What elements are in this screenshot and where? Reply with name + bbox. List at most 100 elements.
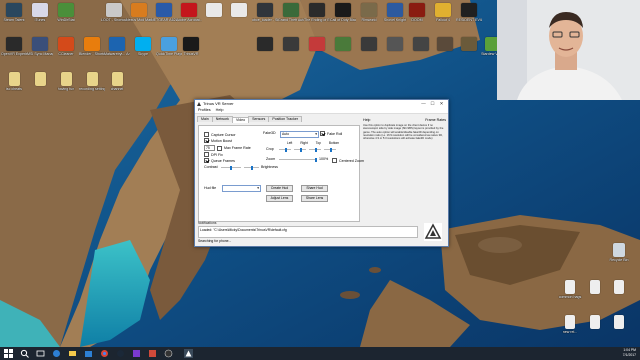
- desktop-icon[interactable]: Grand Theft Auto V: [278, 3, 304, 22]
- desktop-icon[interactable]: iTunes: [27, 3, 53, 22]
- crop-left-slider[interactable]: [279, 147, 291, 152]
- steam-icon[interactable]: [116, 349, 125, 358]
- file-explorer-icon[interactable]: [68, 349, 77, 358]
- desktop-file-icon[interactable]: recording settings: [79, 72, 105, 91]
- adjust-lens-button[interactable]: Adjust Lens: [266, 195, 293, 202]
- desktop-icon[interactable]: DOOM: [404, 3, 430, 22]
- edge-browser-icon[interactable]: [52, 349, 61, 358]
- desktop-icon[interactable]: Steam Talent: [1, 3, 27, 22]
- window-titlebar[interactable]: Trinus VR Server — ☐ ✕: [195, 100, 448, 107]
- zoom-slider[interactable]: [279, 157, 317, 162]
- desktop-file-icon[interactable]: [606, 280, 632, 295]
- slider-thumb[interactable]: [285, 147, 287, 152]
- desktop-file-icon[interactable]: [606, 315, 632, 330]
- task-view-icon[interactable]: [36, 349, 45, 358]
- desktop-icon[interactable]: Fallout 4: [430, 3, 456, 22]
- desktop-icon[interactable]: [408, 37, 434, 52]
- zoom-slider-thumb[interactable]: [315, 157, 317, 162]
- desktop-icon[interactable]: RESIDENT EVIL 7 biohaz...: [456, 3, 482, 22]
- system-tray-clock[interactable]: 1:04 PM 7/1/2017: [623, 348, 636, 358]
- app-taskbar-icon[interactable]: [132, 349, 141, 358]
- dpi-fix-checkbox[interactable]: [204, 152, 209, 157]
- tab-position-tracker[interactable]: Position Tracker: [268, 116, 303, 122]
- desktop-icon[interactable]: CCleaner: [53, 37, 79, 56]
- search-icon[interactable]: [20, 349, 29, 358]
- queue-frames-option[interactable]: Queue Frames: [204, 158, 235, 163]
- maximize-button[interactable]: ☐: [428, 101, 437, 107]
- desktop-icon[interactable]: [456, 37, 482, 52]
- desktop-icon[interactable]: Call of Duty Black Ops III: [330, 3, 356, 22]
- capture-cursor-option[interactable]: Capture Cursor: [204, 132, 236, 137]
- desktop-icon[interactable]: MSI Sync Manager: [27, 37, 53, 56]
- share-lens-button[interactable]: Share Lens: [301, 195, 328, 202]
- motion-boost-checkbox[interactable]: [204, 138, 209, 143]
- desktop-icon[interactable]: Skype: [130, 37, 156, 56]
- desktop-icon[interactable]: [278, 37, 304, 52]
- desktop-icon[interactable]: [201, 3, 227, 18]
- desktop-icon[interactable]: The Ending of Eternal Tr...: [304, 3, 330, 22]
- desktop-icon[interactable]: Blender - Shortcut: [79, 37, 105, 56]
- capture-cursor-checkbox[interactable]: [204, 132, 209, 137]
- desktop-file-icon[interactable]: isc cheats: [1, 72, 27, 91]
- brightness-slider-thumb[interactable]: [251, 165, 253, 170]
- desktop-file-icon[interactable]: having fun: [53, 72, 79, 91]
- windows-start-icon[interactable]: [4, 349, 13, 358]
- desktop-icon[interactable]: LOOT - Shortcut: [101, 3, 127, 22]
- slider-thumb[interactable]: [300, 147, 302, 152]
- tab-sensors[interactable]: Sensors: [248, 116, 270, 122]
- fake-roll-option[interactable]: Fake Roll: [320, 131, 342, 136]
- centered-zoom-option[interactable]: Centered Zoom: [332, 158, 364, 163]
- minimize-button[interactable]: —: [419, 101, 428, 106]
- desktop-icon[interactable]: [330, 37, 356, 52]
- desktop-icon[interactable]: [252, 37, 278, 52]
- crop-right-slider[interactable]: [294, 147, 306, 152]
- slider-thumb[interactable]: [330, 147, 332, 152]
- menu-help[interactable]: Help: [216, 108, 224, 112]
- chrome-icon[interactable]: [100, 349, 109, 358]
- tab-video[interactable]: Video: [231, 117, 250, 123]
- desktop-icon[interactable]: Malwarebyt... Anti-Malware: [104, 37, 130, 56]
- dpi-fix-option[interactable]: DPI Fix: [204, 152, 223, 157]
- fake-roll-checkbox[interactable]: [320, 131, 325, 136]
- hud-file-dropdown[interactable]: ▾: [222, 185, 261, 192]
- menu-profiles[interactable]: Profiles: [198, 108, 211, 112]
- tab-network[interactable]: Network: [211, 116, 233, 122]
- store-icon[interactable]: [84, 349, 93, 358]
- trinus-taskbar-icon[interactable]: [184, 349, 193, 358]
- crop-bottom-slider[interactable]: [324, 147, 336, 152]
- tab-main[interactable]: Main: [197, 116, 213, 122]
- centered-zoom-checkbox[interactable]: [332, 158, 337, 163]
- create-hud-button[interactable]: Create Hud: [266, 185, 293, 192]
- desktop-icon[interactable]: [382, 37, 408, 52]
- desktop-icon[interactable]: Rimworld: [356, 3, 382, 22]
- recycle-bin-icon[interactable]: Recycle Bin: [606, 243, 632, 262]
- desktop-icon[interactable]: [432, 37, 458, 52]
- motion-boost-option[interactable]: Motion Boost: [204, 138, 232, 143]
- desktop-icon[interactable]: OpenVR Experience: [1, 37, 27, 56]
- desktop-file-icon[interactable]: [582, 315, 608, 330]
- max-frame-rate-checkbox[interactable]: [217, 145, 222, 151]
- close-button[interactable]: ✕: [437, 101, 446, 107]
- fake3d-dropdown[interactable]: Auto ▾: [280, 131, 319, 138]
- desktop-file-icon[interactable]: new rel...: [557, 315, 583, 334]
- contrast-slider-thumb[interactable]: [230, 165, 232, 170]
- desktop-file-icon[interactable]: [582, 280, 608, 295]
- desktop-icon[interactable]: [304, 37, 330, 52]
- desktop-icon[interactable]: obce_loader - Shortcut: [252, 3, 278, 22]
- desktop-file-icon[interactable]: [27, 72, 53, 87]
- obs-icon[interactable]: [164, 349, 173, 358]
- desktop-icon[interactable]: [356, 37, 382, 52]
- desktop-icon[interactable]: [226, 3, 252, 18]
- desktop-icon[interactable]: Nexus Mod Manager: [126, 3, 152, 22]
- desktop-file-icon[interactable]: channel: [104, 72, 130, 91]
- slider-thumb[interactable]: [315, 147, 317, 152]
- desktop-icon[interactable]: TrinusVR: [178, 37, 204, 56]
- desktop-icon[interactable]: WinDirStat: [53, 3, 79, 22]
- crop-top-slider[interactable]: [309, 147, 321, 152]
- desktop-icon[interactable]: Adobe Acrobat...: [176, 3, 202, 22]
- desktop-icon[interactable]: NETGEAR A6210 Genie: [151, 3, 177, 22]
- queue-frames-checkbox[interactable]: [204, 158, 209, 163]
- desktop-file-icon[interactable]: common hags: [557, 280, 583, 299]
- share-hud-button[interactable]: Share Hud: [301, 185, 328, 192]
- max-frame-rate-input[interactable]: 75: [204, 145, 215, 151]
